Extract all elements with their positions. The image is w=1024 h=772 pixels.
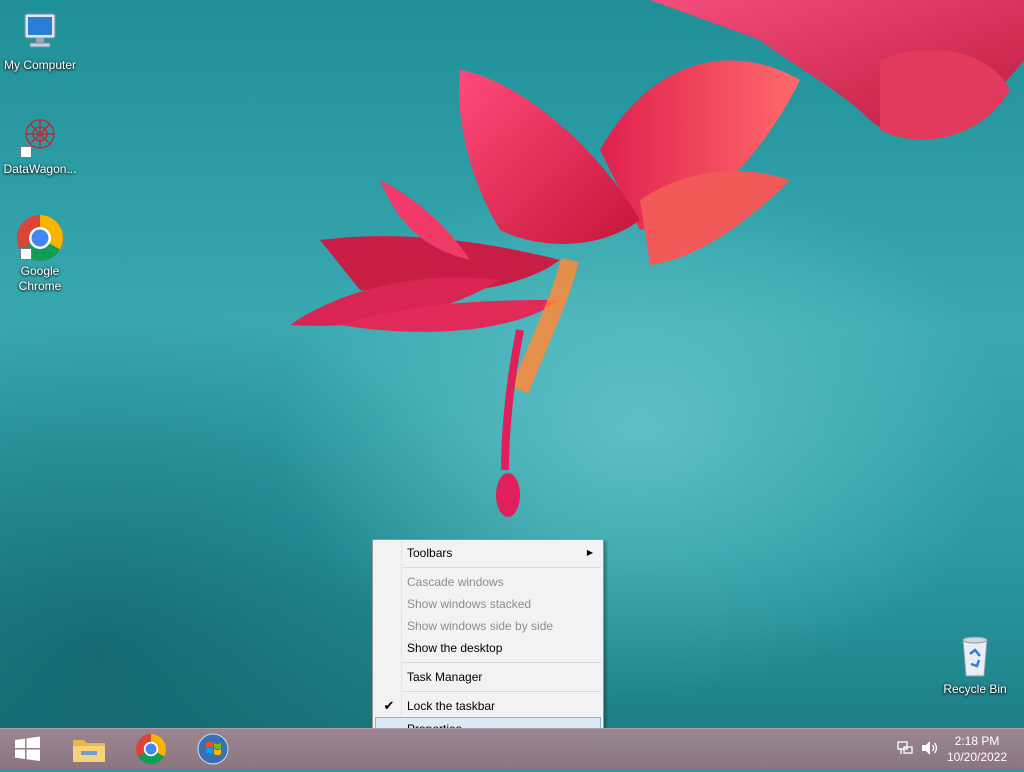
menu-item-label: Show the desktop	[407, 641, 503, 655]
clock-date: 10/20/2022	[946, 750, 1008, 764]
checkmark-icon: ✔	[383, 698, 395, 713]
desktop-icon-label-line1: Google	[20, 264, 60, 278]
menu-item-label: Properties	[407, 718, 462, 728]
menu-item-show-windows-side-by-side[interactable]: Show windows side by side	[375, 615, 601, 637]
menu-separator	[403, 662, 601, 663]
menu-item-label: Lock the taskbar	[407, 699, 496, 713]
menu-item-label: Show windows side by side	[407, 619, 554, 633]
datawagon-icon	[16, 112, 64, 160]
desktop-icon-recycle-bin[interactable]: Recycle Bin	[934, 632, 1016, 697]
windows-logo-icon	[15, 736, 40, 761]
desktop-icon-label-line2: Chrome	[18, 279, 62, 293]
taskbar-context-menu: Toolbars ▶ Cascade windows Show windows …	[372, 539, 604, 728]
menu-item-lock-the-taskbar[interactable]: ✔ Lock the taskbar	[375, 695, 601, 717]
menu-item-label: Show windows stacked	[407, 597, 532, 611]
desktop-icon-label: My Computer	[3, 58, 77, 72]
menu-item-label: Cascade windows	[407, 575, 504, 589]
desktop-icon-label: Recycle Bin	[943, 682, 1007, 696]
computer-icon	[16, 8, 64, 56]
taskbar-windows-media-button[interactable]	[186, 731, 240, 767]
desktop-icon-my-computer[interactable]: My Computer	[0, 8, 80, 73]
chrome-icon	[136, 734, 167, 765]
desktop-icon-label: DataWagon...	[3, 162, 77, 176]
menu-item-label: Toolbars	[407, 546, 453, 560]
menu-separator	[403, 567, 601, 568]
menu-item-show-the-desktop[interactable]: Show the desktop	[375, 637, 601, 659]
chrome-icon	[16, 214, 64, 262]
taskbar[interactable]: 2:18 PM 10/20/2022	[0, 728, 1024, 769]
volume-tray-icon[interactable]	[920, 739, 940, 757]
menu-item-show-windows-stacked[interactable]: Show windows stacked	[375, 593, 601, 615]
windows-orb-icon	[197, 733, 229, 765]
menu-item-task-manager[interactable]: Task Manager	[375, 666, 601, 688]
menu-separator	[403, 691, 601, 692]
clock-time: 2:18 PM	[954, 734, 1000, 748]
shortcut-arrow-icon	[20, 248, 32, 260]
menu-item-cascade-windows[interactable]: Cascade windows	[375, 571, 601, 593]
taskbar-file-explorer-button[interactable]	[62, 731, 116, 767]
desktop-icon-google-chrome[interactable]: Google Chrome	[0, 214, 80, 294]
menu-item-toolbars[interactable]: Toolbars ▶	[375, 542, 601, 564]
desktop-icon-datawagon[interactable]: DataWagon...	[0, 112, 80, 177]
network-tray-icon[interactable]	[896, 739, 914, 757]
shortcut-arrow-icon	[20, 146, 32, 158]
menu-item-properties[interactable]: Properties	[375, 717, 601, 728]
taskbar-clock[interactable]: 2:18 PM 10/20/2022	[942, 733, 1012, 765]
taskbar-chrome-button[interactable]	[124, 731, 178, 767]
folder-icon	[73, 740, 105, 762]
menu-item-label: Task Manager	[407, 670, 483, 684]
desktop-background[interactable]: My Computer DataWagon... Google Chrome R…	[0, 0, 1024, 728]
start-button[interactable]	[0, 731, 54, 767]
recycle-bin-icon	[951, 632, 999, 680]
submenu-arrow-icon: ▶	[586, 548, 593, 557]
